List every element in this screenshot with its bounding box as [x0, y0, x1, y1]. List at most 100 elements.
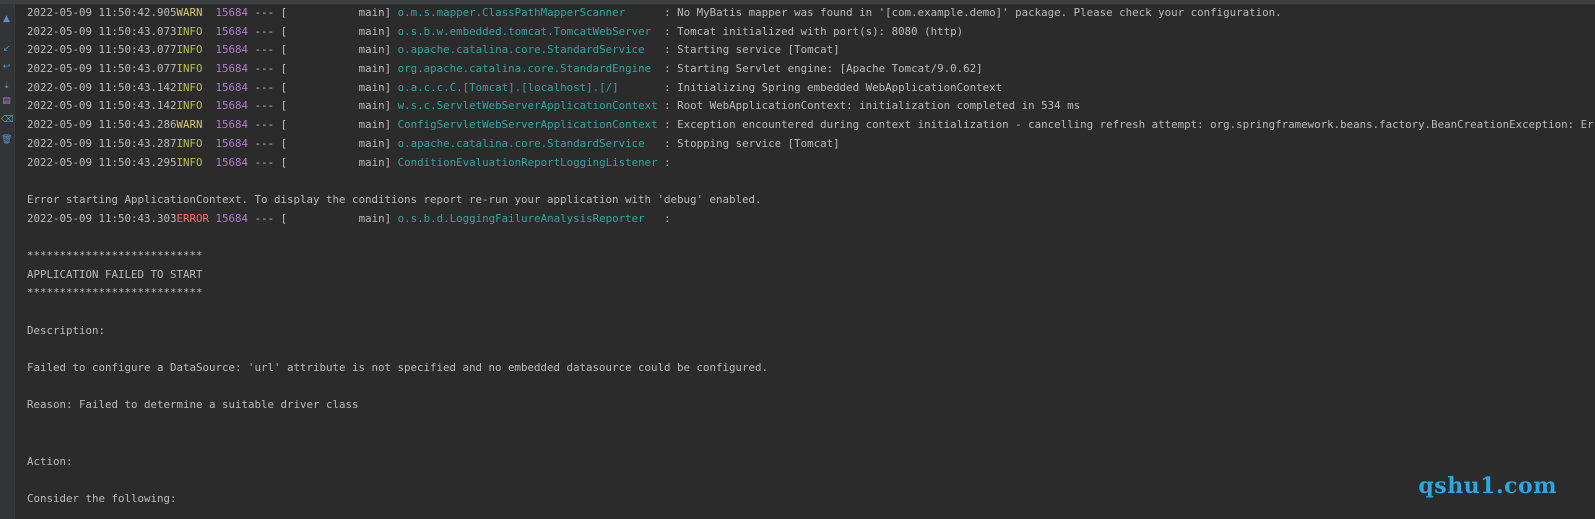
- log-thread: main]: [287, 99, 398, 113]
- log-message: : Root WebApplicationContext: initializa…: [657, 99, 1081, 113]
- print-icon[interactable]: ▤: [1, 96, 12, 107]
- log-separator: --- [: [248, 6, 288, 19]
- console-text-line: ***************************: [27, 284, 1595, 303]
- log-timestamp: 2022-05-09 11:50:43.142: [27, 99, 177, 113]
- log-separator: --- [: [248, 99, 288, 113]
- console-text: Failed to configure a DataSource: 'url' …: [27, 361, 769, 375]
- log-logger-name: o.s.b.w.embedded.tomcat.TomcatWebServer: [397, 24, 658, 38]
- soft-wrap-icon[interactable]: ↩: [1, 62, 12, 73]
- up-arrow-icon[interactable]: ▲: [1, 14, 12, 25]
- log-separator: --- [: [248, 155, 288, 169]
- scroll-to-end-icon[interactable]: ⇣: [1, 81, 12, 92]
- watermark-logo: qshu1.com: [1418, 473, 1557, 499]
- log-logger-name: org.apache.catalina.core.StandardEngine: [397, 62, 658, 76]
- log-level: INFO: [176, 80, 210, 94]
- clear-all-icon[interactable]: ⌫: [1, 115, 14, 126]
- log-timestamp: 2022-05-09 11:50:43.073: [27, 24, 177, 38]
- console-text-line: Description:: [27, 322, 1595, 341]
- log-pid: 15684: [215, 62, 249, 76]
- console-text: ***************************: [27, 286, 203, 300]
- log-pid: 15684: [215, 43, 249, 57]
- console-text: APPLICATION FAILED TO START: [27, 267, 203, 281]
- log-logger-name: o.a.c.c.C.[Tomcat].[localhost].[/]: [397, 80, 658, 94]
- log-line: 2022-05-09 11:50:43.077INFO 15684 --- [ …: [27, 60, 1595, 79]
- log-thread: main]: [287, 155, 398, 169]
- console-text-line: Error starting ApplicationContext. To di…: [27, 191, 1595, 210]
- down-arrow-icon[interactable]: ↙: [1, 44, 12, 55]
- console-text: Description:: [27, 323, 106, 337]
- log-message: : Stopping service [Tomcat]: [657, 136, 840, 150]
- log-message: :: [657, 155, 678, 169]
- log-thread: main]: [287, 24, 398, 38]
- console-text-line: Failed to configure a DataSource: 'url' …: [27, 359, 1595, 378]
- log-thread: main]: [287, 43, 398, 57]
- log-level: INFO: [176, 62, 210, 76]
- console-text: Consider the following:: [27, 491, 177, 505]
- console-text: ***************************: [27, 248, 203, 262]
- log-level: INFO: [176, 155, 210, 169]
- log-line: 2022-05-09 11:50:43.286WARN 15684 --- [ …: [27, 116, 1595, 135]
- log-pid: 15684: [215, 80, 249, 94]
- log-timestamp: 2022-05-09 11:50:43.303: [27, 211, 177, 225]
- log-message: : Starting Servlet engine: [Apache Tomca…: [657, 62, 983, 76]
- console-text-line: ***************************: [27, 247, 1595, 266]
- log-line: 2022-05-09 11:50:43.142INFO 15684 --- [ …: [27, 97, 1595, 116]
- log-line: 2022-05-09 11:50:43.295INFO 15684 --- [ …: [27, 154, 1595, 173]
- log-level: INFO: [176, 99, 210, 113]
- log-separator: --- [: [248, 136, 288, 150]
- log-timestamp: 2022-05-09 11:50:43.286: [27, 118, 177, 132]
- log-pid: 15684: [215, 118, 249, 132]
- console-text: Action:: [27, 454, 73, 468]
- console-text-line: Action:: [27, 453, 1595, 472]
- log-level: INFO: [176, 24, 210, 38]
- log-pid: 15684: [215, 99, 249, 113]
- log-logger-name: o.m.s.mapper.ClassPathMapperScanner: [397, 6, 658, 19]
- console-text-line: [27, 471, 1595, 490]
- log-pid: 15684: [215, 211, 249, 225]
- log-timestamp: 2022-05-09 11:50:43.287: [27, 136, 177, 150]
- log-thread: main]: [287, 136, 398, 150]
- log-thread: main]: [287, 80, 398, 94]
- log-thread: main]: [287, 62, 398, 76]
- console-text-line: [27, 340, 1595, 359]
- console-text-line: Reason: Failed to determine a suitable d…: [27, 396, 1595, 415]
- log-pid: 15684: [215, 24, 249, 38]
- log-thread: main]: [287, 211, 398, 225]
- log-message: : Initializing Spring embedded WebApplic…: [657, 80, 1003, 94]
- log-level: INFO: [176, 136, 210, 150]
- console-text-line: [27, 415, 1595, 434]
- log-thread: main]: [287, 6, 398, 19]
- log-line: 2022-05-09 11:50:43.287INFO 15684 --- [ …: [27, 135, 1595, 154]
- log-level: WARN: [176, 6, 210, 19]
- console-text-line: Consider the following:: [27, 490, 1595, 509]
- log-timestamp: 2022-05-09 11:50:42.905: [27, 6, 177, 19]
- console-text-line: [27, 378, 1595, 397]
- log-timestamp: 2022-05-09 11:50:43.077: [27, 43, 177, 57]
- log-line: 2022-05-09 11:50:43.142INFO 15684 --- [ …: [27, 79, 1595, 98]
- log-message: : Starting service [Tomcat]: [657, 43, 840, 57]
- log-message: : Tomcat initialized with port(s): 8080 …: [657, 24, 964, 38]
- log-line: 2022-05-09 11:50:42.905WARN 15684 --- [ …: [27, 4, 1595, 23]
- console-text: Error starting ApplicationContext. To di…: [27, 192, 762, 206]
- trash-icon[interactable]: 🗑: [1, 135, 12, 146]
- log-message: : No MyBatis mapper was found in '[com.e…: [657, 6, 1282, 19]
- log-separator: --- [: [248, 80, 288, 94]
- log-pid: 15684: [215, 155, 249, 169]
- log-separator: --- [: [248, 118, 288, 132]
- log-level: ERROR: [176, 211, 210, 225]
- log-logger-name: o.s.b.d.LoggingFailureAnalysisReporter: [397, 211, 658, 225]
- log-logger-name: o.apache.catalina.core.StandardService: [397, 43, 658, 57]
- console-text: Reason: Failed to determine a suitable d…: [27, 398, 359, 412]
- log-logger-name: ConditionEvaluationReportLoggingListener: [397, 155, 658, 169]
- console-text-line: [27, 434, 1595, 453]
- log-line: 2022-05-09 11:50:43.303ERROR 15684 --- […: [27, 210, 1595, 229]
- log-message: :: [657, 211, 678, 225]
- log-pid: 15684: [215, 136, 249, 150]
- log-logger-name: o.apache.catalina.core.StandardService: [397, 136, 658, 150]
- log-pid: 15684: [215, 6, 249, 19]
- console-text-line: [27, 303, 1595, 322]
- log-separator: --- [: [248, 211, 288, 225]
- log-timestamp: 2022-05-09 11:50:43.295: [27, 155, 177, 169]
- console-output[interactable]: 2022-05-09 11:50:42.905WARN 15684 --- [ …: [27, 4, 1595, 519]
- log-timestamp: 2022-05-09 11:50:43.077: [27, 62, 177, 76]
